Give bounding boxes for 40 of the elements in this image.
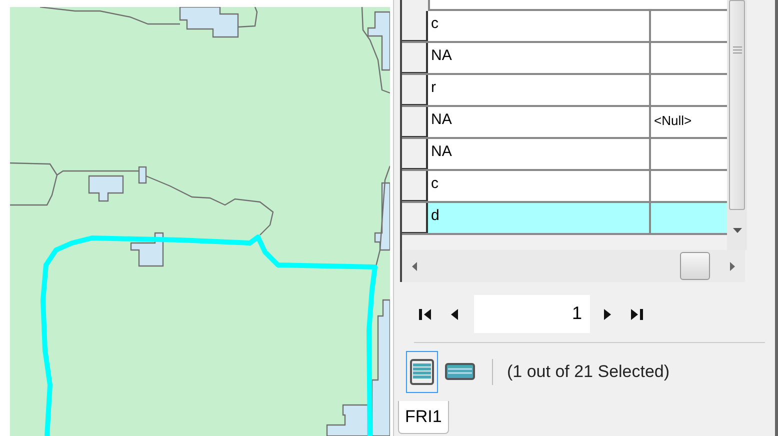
table-row[interactable]: c (402, 11, 727, 43)
table-cell: NA (428, 107, 651, 137)
row-selector[interactable] (402, 139, 428, 169)
table-cell: d (428, 203, 651, 233)
row-selector[interactable] (402, 171, 428, 201)
grip-icon (732, 46, 742, 54)
next-record-icon[interactable] (604, 308, 611, 320)
scroll-thumb[interactable] (680, 252, 710, 280)
table-row[interactable]: NA <Null> (402, 107, 727, 139)
table-cell: NA (428, 139, 651, 169)
table-tab[interactable]: FRI1 (398, 401, 449, 434)
table-row[interactable]: d (402, 203, 727, 235)
scroll-thumb[interactable] (729, 0, 745, 210)
table-icon (409, 358, 435, 386)
down-arrow-icon[interactable] (733, 228, 742, 233)
left-arrow-icon[interactable] (412, 262, 417, 270)
table-cell: r (428, 75, 651, 105)
show-all-records-button[interactable] (406, 351, 438, 393)
table-cell: c (428, 171, 651, 201)
right-arrow-icon[interactable] (730, 262, 735, 270)
table-cell-text: <Null> (653, 112, 693, 130)
row-selector[interactable] (402, 43, 428, 73)
selection-count: (1 out of 21 Selected) (507, 362, 670, 382)
table-row[interactable]: NA (402, 139, 727, 171)
table-row[interactable]: NA (402, 43, 727, 75)
table-cell: NA (428, 43, 651, 73)
first-record-icon[interactable] (419, 308, 431, 320)
table-cell: c (428, 11, 651, 41)
row-selector[interactable] (402, 203, 428, 233)
record-number-field[interactable]: 1 (474, 295, 590, 333)
row-selector[interactable] (402, 107, 428, 137)
last-record-icon[interactable] (631, 308, 643, 320)
table-icon (445, 363, 475, 381)
table-row[interactable]: r (402, 75, 727, 107)
horizontal-scrollbar[interactable] (400, 250, 745, 282)
row-selector[interactable] (402, 75, 428, 105)
vertical-scrollbar[interactable] (727, 0, 747, 250)
table-row[interactable]: c (402, 171, 727, 203)
row-selector[interactable] (402, 11, 428, 41)
previous-record-icon[interactable] (451, 308, 458, 320)
